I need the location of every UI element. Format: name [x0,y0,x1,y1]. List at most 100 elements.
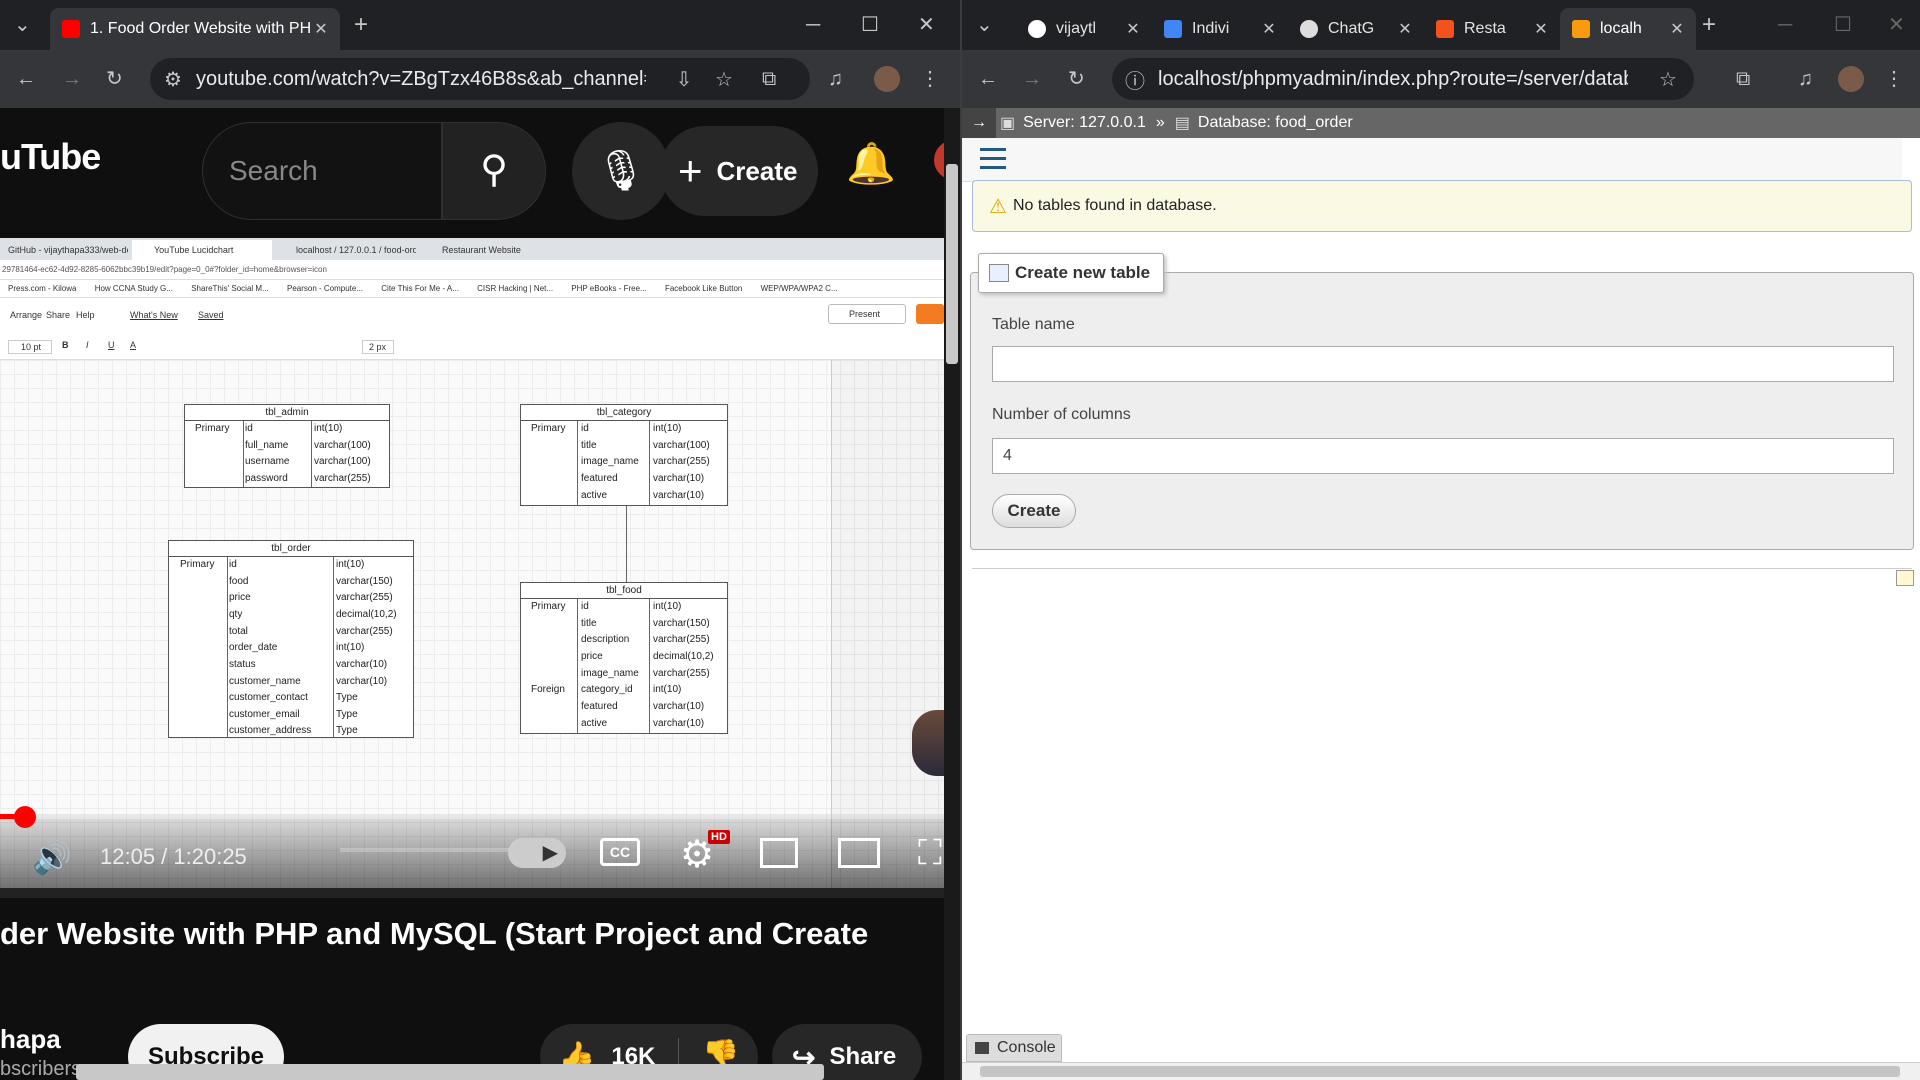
minimize-icon[interactable]: ─ [1778,13,1792,37]
video-player[interactable]: GitHub - vijaythapa333/web-de YouTube Lu… [0,238,944,888]
tab-indivi[interactable]: Indivi ✕ [1152,8,1288,50]
menu-kebab-icon[interactable]: ⋮ [1884,67,1904,91]
reload-icon[interactable]: ↻ [106,67,123,91]
window-close-icon[interactable]: ✕ [918,13,935,37]
minimize-icon[interactable]: ─ [806,13,820,37]
create-button[interactable]: Create [992,494,1076,528]
volume-slider[interactable] [340,848,520,852]
lucid-menu-item: Share [46,310,71,320]
tab-restaurant[interactable]: Resta ✕ [1424,8,1560,50]
maximize-icon[interactable]: ☐ [861,13,879,37]
back-icon[interactable]: ← [978,67,998,91]
close-icon[interactable]: ✕ [1394,19,1416,39]
search-icon[interactable]: ⚲ [442,122,546,220]
er-field: customer_address [229,725,312,736]
er-type: varchar(10) [653,718,705,729]
browser-toolbar: ← → ↻ ⓘ localhost/phpmyadmin/index.php?r… [962,50,1920,108]
breadcrumb-server[interactable]: Server: 127.0.0.1 [1023,114,1146,132]
collapse-arrow-icon[interactable]: → [962,108,996,138]
microphone-icon[interactable]: 🎙 [572,122,670,220]
channel-name[interactable]: hapa [0,1024,61,1055]
notifications-bell-icon[interactable]: 🔔 [846,140,896,187]
er-type: varchar(255) [653,456,710,467]
page-settings-icon[interactable] [1896,570,1914,586]
table-name-input[interactable] [992,346,1894,382]
theater-mode-icon[interactable] [838,838,880,868]
progress-scrubber[interactable] [14,806,36,828]
bookmark: ShareThis' Social M... [191,284,269,293]
divider [972,568,1912,569]
er-field: total [229,626,248,637]
forward-icon[interactable]: → [1022,67,1042,91]
tab-localhost[interactable]: localh ✕ [1560,8,1696,50]
er-field: image_name [581,668,639,679]
back-icon[interactable]: ← [16,67,36,91]
warning-icon: ⚠ [989,195,1007,218]
install-icon[interactable]: ⇩ [664,67,704,92]
bookmark-star-icon[interactable]: ☆ [704,67,744,92]
media-control-icon[interactable]: ♫ [828,67,843,91]
forward-icon[interactable]: → [62,67,82,91]
tab-youtube[interactable]: 1. Food Order Website with PHP ✕ [50,8,340,50]
maximize-icon[interactable]: ☐ [1834,13,1852,37]
extensions-icon[interactable]: ⧉ [762,67,776,91]
youtube-masthead: uTube Search ⚲ 🎙 + Create 🔔 [0,108,954,238]
lucid-menu-item: Saved [198,310,224,320]
info-icon[interactable]: ⓘ [1112,65,1158,94]
diagram-canvas: tbl_admin Primary id full_name username … [0,360,944,888]
inner-tab: Restaurant Website [442,245,521,255]
close-icon[interactable]: ✕ [1530,19,1552,39]
close-icon[interactable]: ✕ [310,19,332,39]
site-info-icon[interactable]: ⚙ [150,67,196,92]
menu-kebab-icon[interactable]: ⋮ [920,67,940,91]
hd-badge: HD [708,830,730,844]
er-type: varchar(10) [336,676,388,687]
extensions-icon[interactable]: ⧉ [1736,67,1750,91]
scrollbar-thumb[interactable] [946,164,958,364]
er-field: full_name [245,440,289,451]
bookmark: Pearson - Compute... [286,284,364,293]
profile-avatar[interactable] [1838,66,1864,92]
address-bar[interactable]: ⚙ youtube.com/watch?v=ZBgTzx46B8s&ab_cha… [150,58,810,100]
tab-github[interactable]: vijaytl ✕ [1016,8,1152,50]
address-bar[interactable]: ⓘ localhost/phpmyadmin/index.php?route=/… [1112,58,1694,100]
progress-bar[interactable] [0,814,944,819]
legend-text: Create new table [1015,263,1151,282]
horizontal-scrollbar[interactable] [962,1062,1920,1080]
search-input[interactable]: Search [202,122,442,220]
hamburger-menu-icon[interactable] [980,148,1006,151]
reload-icon[interactable]: ↻ [1068,67,1085,91]
create-button[interactable]: + Create [660,126,818,216]
fullscreen-icon[interactable]: ⛶ [918,834,942,873]
columns-input[interactable]: 4 [992,438,1894,474]
breadcrumb-database[interactable]: Database: food_order [1198,114,1353,132]
window-close-icon[interactable]: ✕ [1888,13,1905,37]
er-type: int(10) [336,642,365,653]
new-tab-icon[interactable]: + [354,13,368,37]
volume-icon[interactable]: 🔊 [32,838,72,876]
tab-search-icon[interactable]: ⌄ [976,13,993,37]
close-icon[interactable]: ✕ [1258,19,1280,39]
profile-avatar[interactable] [874,66,900,92]
miniplayer-icon[interactable] [760,838,798,868]
er-field: password [245,473,288,484]
er-key: Primary [531,423,566,434]
close-icon[interactable]: ✕ [1122,19,1144,39]
inner-address-bar: 29781464-ec62-4d92-8285-6062bbc39b19/edi… [0,260,944,280]
share-label: Share [829,1043,897,1070]
inner-bookmarks-bar: Press.com - Kilowa How CCNA Study G... S… [0,280,944,298]
tab-search-icon[interactable]: ⌄ [14,13,31,37]
captions-icon[interactable]: CC [600,838,640,866]
vertical-scrollbar[interactable] [944,108,960,1080]
horizontal-scrollbar[interactable] [76,1064,824,1080]
new-tab-icon[interactable]: + [1702,13,1716,37]
autoplay-toggle[interactable]: ▶ [508,838,566,868]
er-table-order: tbl_order Primary id food price qty tota… [168,540,414,738]
bookmark-star-icon[interactable]: ☆ [1646,67,1690,92]
scrollbar-thumb[interactable] [980,1066,1900,1077]
tab-chatgpt[interactable]: ChatG ✕ [1288,8,1424,50]
close-icon[interactable]: ✕ [1666,19,1688,39]
media-control-icon[interactable]: ♫ [1798,67,1813,91]
console-tab[interactable]: Console [966,1034,1062,1062]
youtube-logo[interactable]: uTube [0,136,101,178]
